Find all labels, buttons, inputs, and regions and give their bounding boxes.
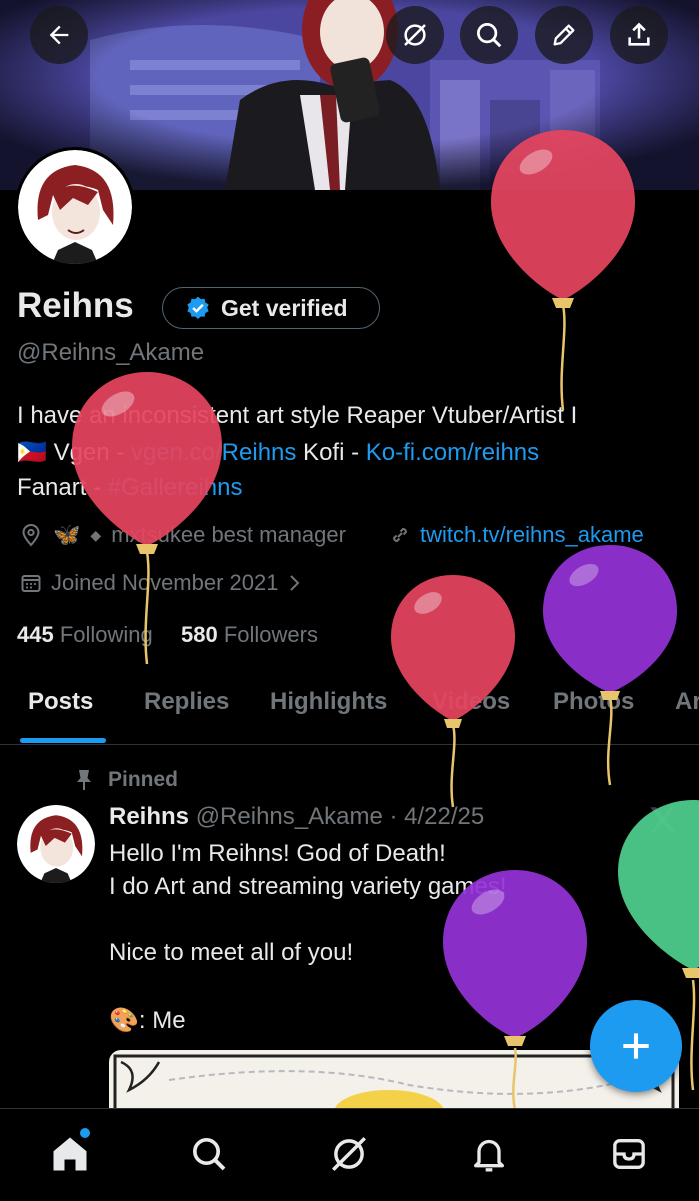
tab-highlights[interactable]: Highlights xyxy=(270,688,387,716)
tab-posts[interactable]: Posts xyxy=(28,688,93,716)
get-verified-button[interactable]: Get verified xyxy=(162,287,380,329)
pinned-label: Pinned xyxy=(108,768,179,791)
grok-icon xyxy=(332,1137,366,1171)
balloon-red-2 xyxy=(72,372,222,665)
bell-icon xyxy=(474,1139,504,1172)
active-tab-indicator xyxy=(20,738,106,743)
verified-badge-icon xyxy=(187,296,209,319)
balloon-red-3 xyxy=(391,575,515,808)
share-icon xyxy=(628,22,650,46)
pin-icon xyxy=(77,770,91,790)
nav-search[interactable] xyxy=(185,1130,233,1178)
grok-icon xyxy=(404,24,426,46)
kofi-link[interactable]: Ko-fi.com/reihns xyxy=(366,439,539,466)
post-text-line-4: 🎨: Me xyxy=(109,1006,186,1035)
calendar-icon xyxy=(21,575,41,592)
pinned-indicator: Pinned xyxy=(74,768,178,792)
post-text-line-3: Nice to meet all of you! xyxy=(109,939,354,966)
edit-pencil-icon xyxy=(553,24,575,46)
art-palette-emoji: 🎨 xyxy=(109,1007,139,1034)
following-count: 445 xyxy=(17,622,54,647)
nav-notifications[interactable] xyxy=(465,1130,513,1178)
location-pin-icon xyxy=(22,524,40,547)
home-notification-dot xyxy=(80,1128,90,1138)
search-icon xyxy=(477,23,502,48)
profile-name: Reihns xyxy=(17,286,134,325)
search-button[interactable] xyxy=(460,6,518,64)
post-author-name[interactable]: Reihns xyxy=(109,803,189,830)
philippines-flag-emoji: 🇵🇭 xyxy=(17,439,47,466)
plus-icon xyxy=(623,1033,649,1059)
home-icon xyxy=(53,1137,87,1171)
nav-messages[interactable] xyxy=(605,1130,653,1178)
bio-kofi-label: Kofi - xyxy=(296,439,366,466)
post-text-line-1: Hello I'm Reihns! God of Death! xyxy=(109,840,446,867)
share-button[interactable] xyxy=(610,6,668,64)
post-author-avatar[interactable] xyxy=(17,805,95,883)
profile-avatar[interactable] xyxy=(15,147,135,267)
balloon-purple-1 xyxy=(543,545,677,786)
followers-label: Followers xyxy=(223,622,318,647)
chevron-right-icon xyxy=(290,575,300,591)
nav-grok[interactable] xyxy=(325,1130,373,1178)
back-arrow-icon xyxy=(49,25,69,45)
back-button[interactable] xyxy=(30,6,88,64)
profile-handle: @Reihns_Akame xyxy=(17,339,205,366)
balloon-purple-2 xyxy=(443,870,587,1110)
balloon-red-1 xyxy=(491,130,635,411)
search-icon xyxy=(193,1138,226,1171)
avatar-image xyxy=(18,150,132,264)
compose-post-button[interactable] xyxy=(590,1000,682,1092)
edit-button[interactable] xyxy=(535,6,593,64)
get-verified-label: Get verified xyxy=(221,294,348,321)
post-avatar-image xyxy=(17,805,95,883)
mail-icon xyxy=(613,1139,645,1169)
grok-button[interactable] xyxy=(386,6,444,64)
tab-replies[interactable]: Replies xyxy=(144,688,229,716)
post-author-handle[interactable]: @Reihns_Akame xyxy=(196,803,383,830)
link-icon xyxy=(392,527,408,543)
art-credit-text: : Me xyxy=(138,1007,186,1034)
